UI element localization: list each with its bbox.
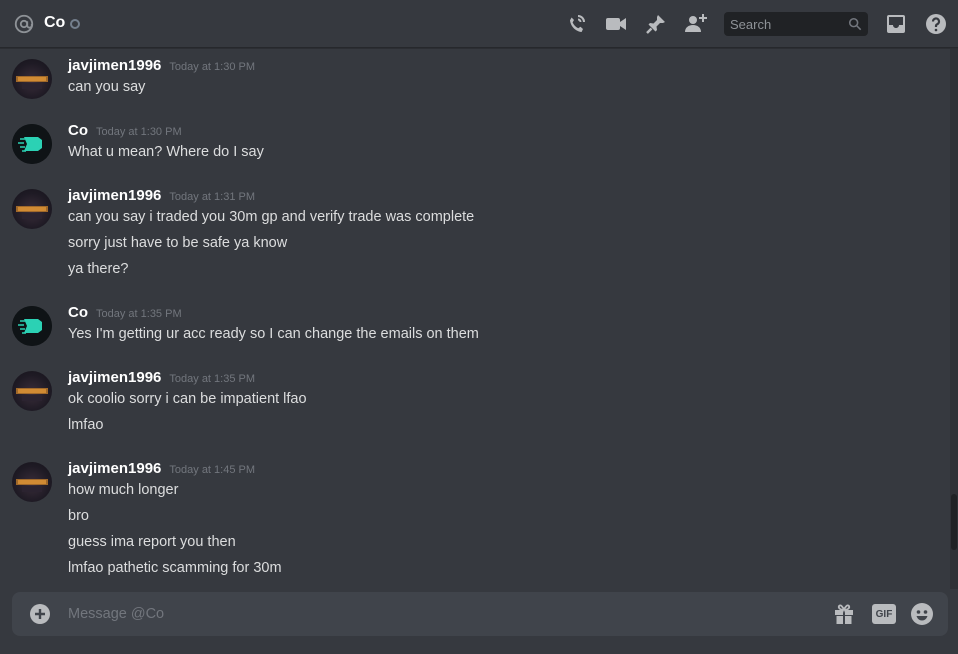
message-timestamp: Today at 1:30 PM <box>169 61 256 73</box>
video-call-icon[interactable] <box>604 12 628 36</box>
add-friend-icon[interactable] <box>684 12 708 36</box>
message-timestamp: Today at 1:31 PM <box>169 191 256 203</box>
message-group: javjimen1996 Today at 1:30 PM can you say <box>0 57 940 107</box>
message-timestamp: Today at 1:35 PM <box>169 373 256 385</box>
author-name[interactable]: javjimen1996 <box>68 460 161 477</box>
avatar[interactable] <box>12 371 52 411</box>
gif-icon[interactable]: GIF <box>872 604 896 624</box>
channel-title: Co <box>44 14 66 31</box>
author-name[interactable]: javjimen1996 <box>68 369 161 386</box>
pin-icon[interactable] <box>644 12 668 36</box>
message-text: sorry just have to be safe ya know <box>68 235 288 251</box>
message-text: What u mean? Where do I say <box>68 144 264 160</box>
status-offline-icon <box>70 19 80 29</box>
message-timestamp: Today at 1:35 PM <box>96 308 182 320</box>
author-name[interactable]: Co <box>68 304 88 321</box>
plus-circle-icon[interactable] <box>28 602 52 626</box>
message-author[interactable]: javjimen1996 Today at 1:31 PM <box>68 187 255 204</box>
avatar[interactable] <box>12 306 52 346</box>
message-group: Co Today at 1:35 PM Yes I'm getting ur acc… <box>0 304 940 354</box>
message-author[interactable]: javjimen1996 Today at 1:30 PM <box>68 57 255 74</box>
message-text: can you say <box>68 79 146 95</box>
voice-call-icon[interactable] <box>564 12 588 36</box>
author-name[interactable]: javjimen1996 <box>68 187 161 204</box>
message-text: bro <box>68 508 89 524</box>
avatar[interactable] <box>12 124 52 164</box>
message-timestamp: Today at 1:45 PM <box>169 464 256 476</box>
message-author[interactable]: Co Today at 1:35 PM <box>68 304 182 321</box>
avatar[interactable] <box>12 462 52 502</box>
gif-label: GIF <box>875 608 893 620</box>
message-group: javjimen1996 Today at 1:35 PM ok coolio so… <box>0 369 940 445</box>
author-name[interactable]: Co <box>68 122 88 139</box>
message-group: javjimen1996 Today at 1:45 PM how much lon… <box>0 460 940 588</box>
message-text: ya there? <box>68 261 129 277</box>
search-input[interactable] <box>724 12 844 36</box>
message-list[interactable]: javjimen1996 Today at 1:30 PM can you say C… <box>0 49 950 589</box>
at-icon <box>14 14 34 34</box>
scrollbar-thumb[interactable] <box>951 494 957 550</box>
message-text: lmfao <box>68 417 104 433</box>
channel-header: Co <box>0 0 958 48</box>
message-author[interactable]: javjimen1996 Today at 1:35 PM <box>68 369 255 386</box>
message-text: guess ima report you then <box>68 534 236 550</box>
message-author[interactable]: javjimen1996 Today at 1:45 PM <box>68 460 255 477</box>
message-author[interactable]: Co Today at 1:30 PM <box>68 122 182 139</box>
search-icon <box>848 17 862 31</box>
avatar[interactable] <box>12 59 52 99</box>
message-timestamp: Today at 1:30 PM <box>96 126 182 138</box>
message-text: ok coolio sorry i can be impatient lfao <box>68 391 307 407</box>
help-icon[interactable] <box>924 12 948 36</box>
message-group: Co Today at 1:30 PM What u mean? Where do … <box>0 122 940 172</box>
message-composer: GIF <box>12 592 948 636</box>
emoji-icon[interactable] <box>910 602 934 626</box>
avatar[interactable] <box>12 189 52 229</box>
search-bar[interactable] <box>724 12 868 36</box>
message-text: can you say i traded you 30m gp and veri… <box>68 209 475 225</box>
author-name[interactable]: javjimen1996 <box>68 57 161 74</box>
inbox-icon[interactable] <box>884 12 908 36</box>
message-text: how much longer <box>68 482 179 498</box>
message-text: Yes I'm getting ur acc ready so I can ch… <box>68 326 479 342</box>
gift-icon[interactable] <box>832 602 856 626</box>
message-input[interactable] <box>68 592 808 636</box>
message-text: lmfao pathetic scamming for 30m <box>68 560 282 576</box>
message-group: javjimen1996 Today at 1:31 PM can you say … <box>0 187 940 289</box>
